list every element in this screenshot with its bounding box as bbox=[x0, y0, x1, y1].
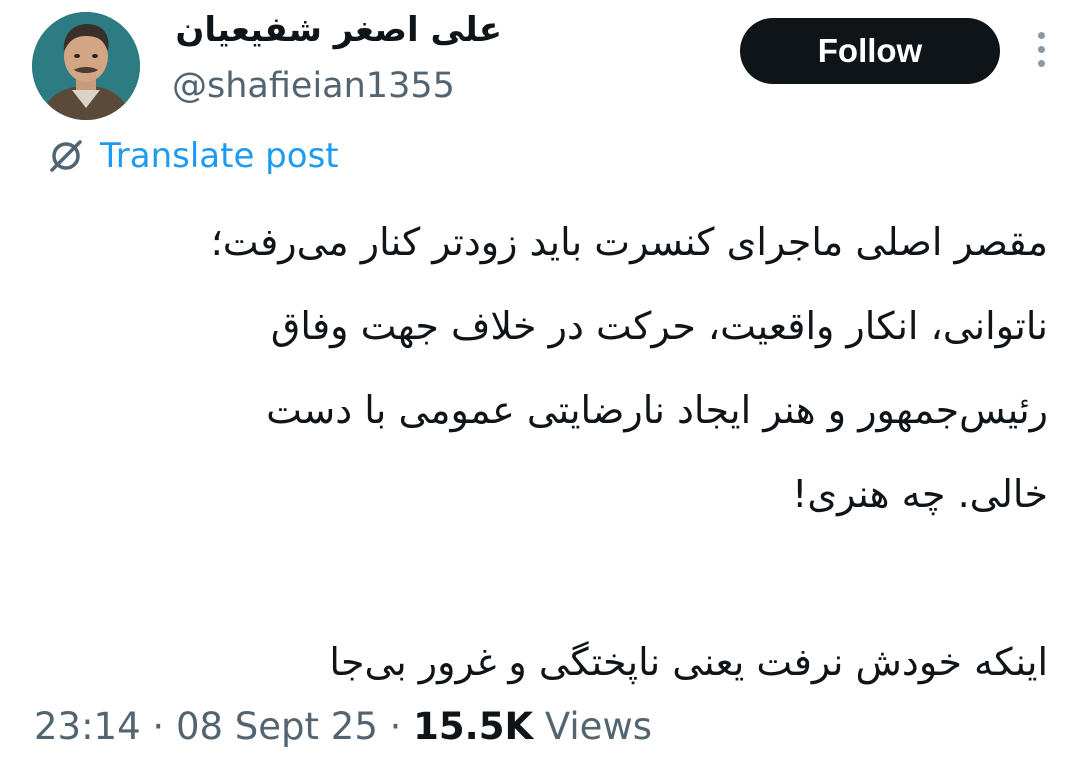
tweet-line: مقصر اصلی ماجرای کنسرت باید زودتر کنار م… bbox=[210, 220, 1048, 264]
views-count[interactable]: 15.5K bbox=[413, 705, 533, 748]
more-dot bbox=[1038, 32, 1045, 39]
tweet-time[interactable]: 23:14 bbox=[34, 705, 141, 748]
tweet-text: مقصر اصلی ماجرای کنسرت باید زودتر کنار م… bbox=[30, 200, 1048, 704]
more-dot bbox=[1038, 46, 1045, 53]
more-options-icon[interactable] bbox=[1028, 30, 1056, 70]
author-handle[interactable]: @shafieian1355 bbox=[172, 62, 455, 110]
meta-separator: · bbox=[377, 705, 414, 748]
tweet-line: خالی. چه هنری! bbox=[792, 472, 1048, 516]
tweet-line: اینکه خودش نرفت یعنی ناپختگی و غرور بی‌ج… bbox=[329, 640, 1048, 684]
translate-globe-icon bbox=[44, 134, 88, 178]
views-label: Views bbox=[533, 705, 652, 748]
avatar[interactable] bbox=[32, 12, 140, 120]
more-dot bbox=[1038, 60, 1045, 67]
author-display-name[interactable]: علی اصغر شفیعیان bbox=[172, 8, 502, 52]
tweet-line: رئیس‌جمهور و هنر ایجاد نارضایتی عمومی با… bbox=[266, 388, 1048, 432]
translate-post-link[interactable]: Translate post bbox=[44, 133, 339, 179]
meta-separator: · bbox=[140, 705, 176, 748]
tweet-line: ناتوانی، انکار واقعیت، حرکت در خلاف جهت … bbox=[270, 304, 1048, 348]
follow-button[interactable]: Follow bbox=[740, 18, 1000, 84]
tweet-date[interactable]: 08 Sept 25 bbox=[176, 705, 378, 748]
avatar-photo bbox=[32, 12, 140, 120]
translate-post-label: Translate post bbox=[100, 136, 339, 176]
tweet-meta: 23:14 · 08 Sept 25 · 15.5K Views bbox=[34, 700, 652, 754]
